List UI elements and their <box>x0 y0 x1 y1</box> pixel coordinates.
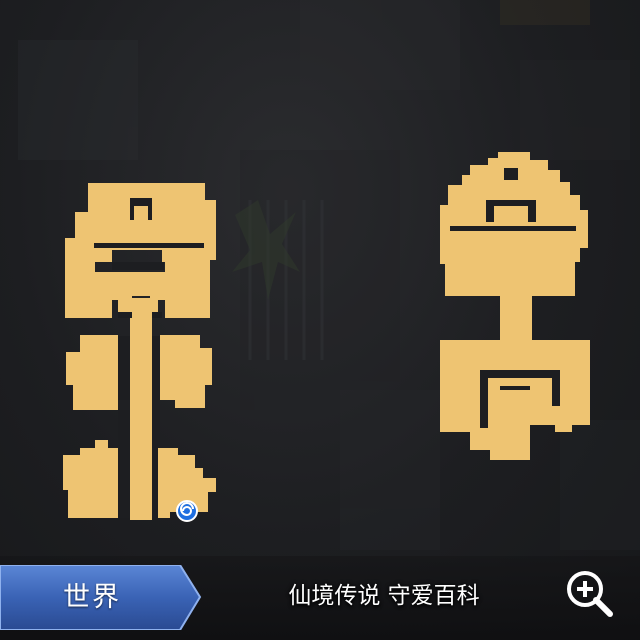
map-room-west-mid-left <box>66 335 118 410</box>
map-room-west-lower-left <box>63 440 118 518</box>
spiral-portal-icon[interactable] <box>176 500 198 522</box>
map-corridor-east-neck <box>500 292 532 347</box>
minimap-panel: 世界 仙境传说 守爱百科 <box>0 0 640 640</box>
map-room-east-lower-hall <box>440 340 590 460</box>
world-map-tab[interactable]: 世界 <box>0 565 202 630</box>
world-tab-label: 世界 <box>63 582 121 613</box>
zoom-in-magnifier-icon <box>567 571 613 617</box>
map-room-west-mid-right <box>160 335 212 408</box>
zoom-in-button[interactable] <box>560 564 616 620</box>
dungeon-map <box>63 152 590 522</box>
map-room-west-upper-hall <box>65 183 216 262</box>
watermark-text: 仙境传说 守爱百科 <box>288 583 480 609</box>
map-corridor-west-spine <box>130 298 152 520</box>
